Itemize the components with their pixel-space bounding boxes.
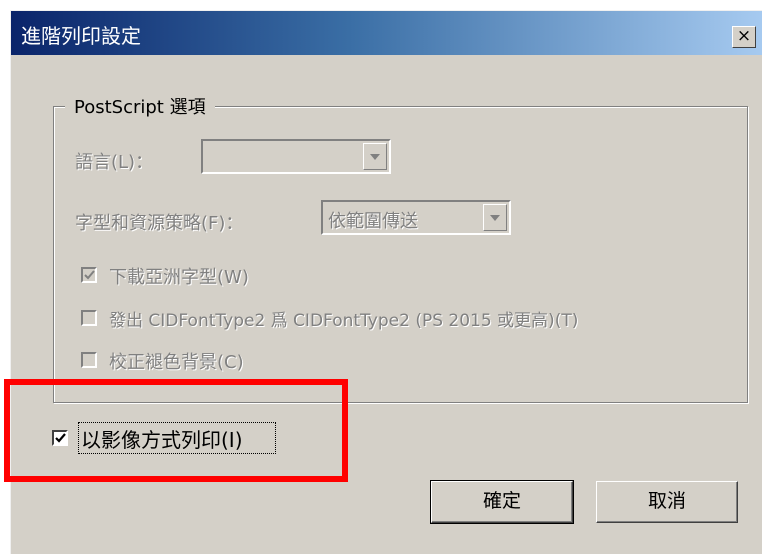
emit-cidfonttype2-checkbox[interactable]	[81, 310, 97, 326]
download-asian-fonts-label: 下載亞洲字型(W)	[109, 267, 249, 288]
correct-background-checkbox[interactable]	[81, 352, 97, 368]
group-legend: PostScript 選項	[65, 93, 215, 119]
font-policy-label: 字型和資源策略(F)：	[75, 213, 244, 234]
ok-button[interactable]: 確定	[430, 480, 574, 524]
font-policy-select[interactable]: 依範圍傳送	[321, 200, 511, 235]
highlight-frame	[4, 379, 348, 482]
emit-cidfonttype2-label: 發出 CIDFontType2 爲 CIDFontType2 (PS 2015 …	[109, 311, 579, 331]
language-select[interactable]	[201, 139, 391, 174]
font-policy-value: 依範圍傳送	[328, 211, 418, 232]
chevron-down-icon[interactable]	[483, 204, 507, 231]
language-label: 語言(L)：	[75, 152, 154, 173]
download-asian-fonts-checkbox[interactable]	[81, 267, 97, 283]
correct-background-label: 校正褪色背景(C)	[109, 352, 244, 373]
title-bar: 進階列印設定 ×	[11, 11, 762, 55]
dialog-title: 進階列印設定	[21, 24, 141, 48]
chevron-down-icon[interactable]	[363, 143, 387, 170]
close-button[interactable]: ×	[732, 26, 756, 48]
cancel-button[interactable]: 取消	[596, 481, 738, 523]
close-icon: ×	[736, 26, 752, 46]
